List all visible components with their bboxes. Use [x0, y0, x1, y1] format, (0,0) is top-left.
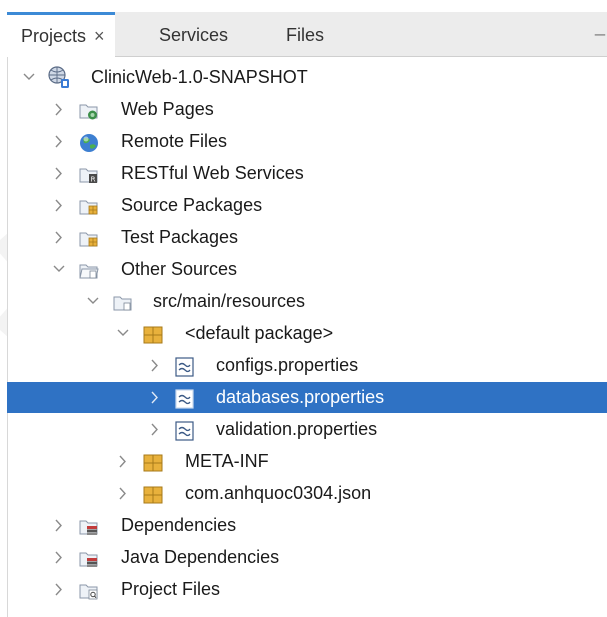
dependencies-folder-icon [79, 516, 99, 536]
chevron-down-icon[interactable] [85, 286, 101, 317]
tree-item-label: Web Pages [121, 99, 214, 119]
tree-item-label: Remote Files [121, 131, 228, 151]
tree-item-source-packages[interactable]: Source Packages [7, 190, 607, 221]
tree-item-label: configs.properties [216, 355, 359, 375]
chevron-down-icon[interactable] [115, 318, 131, 349]
other-sources-folder-icon [79, 260, 99, 280]
tree-item-label: validation.properties [216, 419, 378, 439]
chevron-right-icon[interactable] [51, 190, 67, 221]
tree-item-test-packages[interactable]: Test Packages [7, 222, 607, 253]
rest-services-folder-icon: R [79, 164, 99, 184]
properties-file-icon [175, 356, 195, 377]
tree-item-validation-properties[interactable]: validation.properties [7, 414, 607, 445]
tree-item-remote-files[interactable]: Remote Files [7, 126, 607, 157]
properties-file-icon [175, 388, 195, 409]
properties-file-icon [175, 420, 195, 441]
chevron-down-icon[interactable] [21, 62, 37, 93]
tree-item-label: RESTful Web Services [121, 163, 304, 183]
package-icon [143, 484, 163, 504]
tree-item-meta-inf[interactable]: META-INF [7, 446, 607, 477]
tree-item-java-dependencies[interactable]: Java Dependencies [7, 542, 607, 573]
tree-item-label: Test Packages [121, 227, 239, 247]
tree-item-databases-properties[interactable]: databases.properties [7, 382, 607, 413]
chevron-down-icon[interactable] [51, 254, 67, 285]
tree-item-src-main-resources[interactable]: src/main/resources [7, 286, 607, 317]
java-dependencies-folder-icon [79, 548, 99, 568]
package-icon [143, 324, 163, 344]
tab-services[interactable]: Services [159, 12, 228, 56]
source-packages-folder-icon [79, 196, 99, 216]
chevron-right-icon[interactable] [51, 126, 67, 157]
minimize-icon[interactable]: _ [595, 16, 605, 37]
tree-item-web-pages[interactable]: Web Pages [7, 94, 607, 125]
tree-item-label: databases.properties [216, 387, 385, 407]
chevron-right-icon[interactable] [51, 158, 67, 189]
chevron-right-icon[interactable] [147, 414, 163, 445]
tree-item-label: Source Packages [121, 195, 263, 215]
chevron-right-icon[interactable] [115, 478, 131, 509]
tree-item-label: com.anhquoc0304.json [185, 483, 372, 503]
tab-projects[interactable]: Projects × [7, 12, 115, 57]
tree-item-project-files[interactable]: Project Files [7, 574, 607, 605]
chevron-right-icon[interactable] [51, 542, 67, 573]
resources-folder-icon [113, 292, 133, 312]
tree-item-other-sources[interactable]: Other Sources [7, 254, 607, 285]
chevron-right-icon[interactable] [115, 446, 131, 477]
tree-item-com-anhquoc0304-json[interactable]: com.anhquoc0304.json [7, 478, 607, 509]
tree-item-label: Project Files [121, 579, 221, 599]
test-packages-folder-icon [79, 228, 99, 248]
tab-bar: Projects × Services Files _ [7, 12, 607, 57]
tree-item-default-package[interactable]: <default package> [7, 318, 607, 349]
globe-project-icon [47, 65, 71, 89]
chevron-right-icon[interactable] [147, 382, 163, 413]
tab-services-label: Services [159, 25, 229, 45]
tree-item-label: src/main/resources [153, 291, 306, 311]
tree-item-label: ClinicWeb-1.0-SNAPSHOT [91, 67, 308, 87]
tree-item-label: <default package> [185, 323, 334, 343]
tab-files-label: Files [286, 25, 325, 45]
tree-item-label: META-INF [185, 451, 269, 471]
chevron-right-icon[interactable] [51, 94, 67, 125]
tree-item-project-root[interactable]: ClinicWeb-1.0-SNAPSHOT [7, 62, 607, 93]
project-files-folder-icon [79, 580, 99, 600]
chevron-right-icon[interactable] [147, 350, 163, 381]
tree-item-dependencies[interactable]: Dependencies [7, 510, 607, 541]
remote-globe-icon [79, 132, 99, 152]
svg-text:R: R [91, 176, 96, 184]
tab-projects-label: Projects [21, 26, 87, 46]
chevron-right-icon[interactable] [51, 510, 67, 541]
package-icon [143, 452, 163, 472]
web-pages-folder-icon [79, 100, 99, 120]
tree-item-label: Java Dependencies [121, 547, 280, 567]
tree-item-label: Dependencies [121, 515, 237, 535]
tree-item-label: Other Sources [121, 259, 238, 279]
tree-item-restful-web-services[interactable]: R RESTful Web Services [7, 158, 607, 189]
tree-item-configs-properties[interactable]: configs.properties [7, 350, 607, 381]
chevron-right-icon[interactable] [51, 574, 67, 605]
tab-files[interactable]: Files [286, 12, 324, 56]
close-icon[interactable]: × [94, 26, 105, 46]
chevron-right-icon[interactable] [51, 222, 67, 253]
